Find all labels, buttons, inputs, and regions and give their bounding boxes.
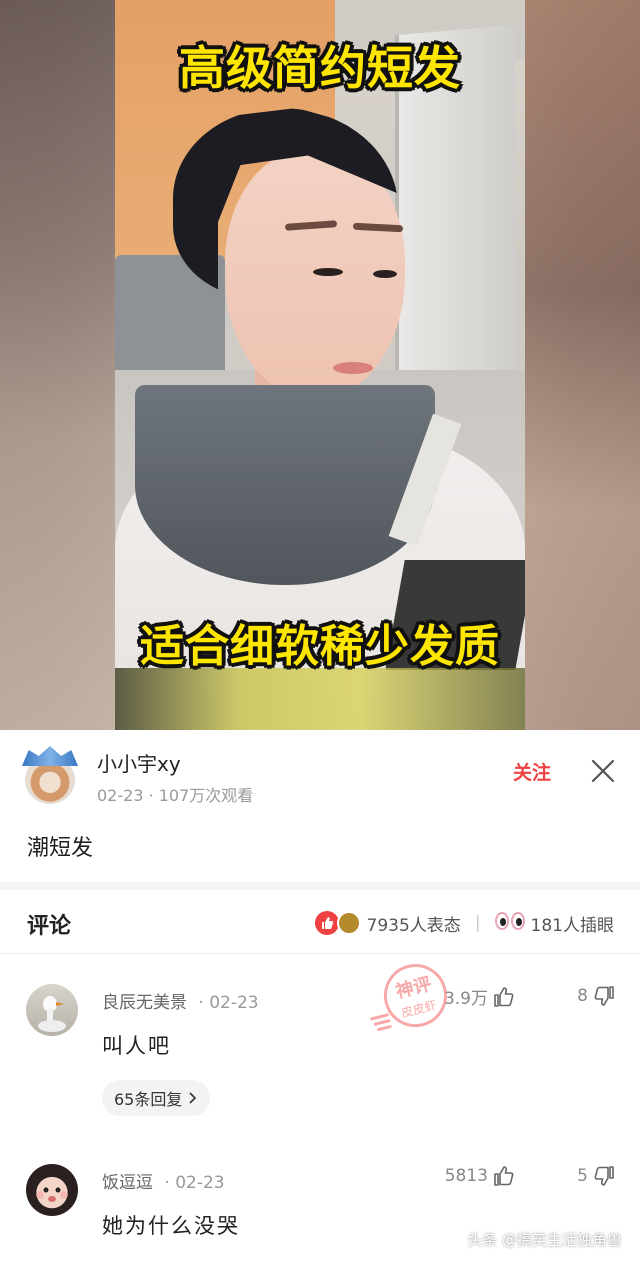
close-icon[interactable] — [590, 758, 616, 784]
helmet-reaction-icon — [336, 911, 361, 935]
lips — [333, 362, 373, 374]
comments-title: 评论 — [27, 914, 72, 939]
comment-like-count: 3.9万 — [443, 989, 488, 1009]
post-text: 潮短发 — [27, 836, 94, 861]
eyes-reaction-icon — [494, 912, 525, 934]
comment-text: 她为什么没哭 — [102, 1214, 240, 1238]
view-replies-button[interactable]: 65条回复 — [102, 1080, 211, 1116]
video-frame: 高级简约短发 适合细软稀少发质 — [115, 0, 525, 730]
comment-item: 良辰无美景 · 02-23 叫人吧 3.9万 8 65条回复 — [0, 960, 640, 1140]
thumbs-down-icon — [594, 986, 614, 1006]
thumbs-down-icon — [594, 1166, 614, 1186]
comment-dislike-button[interactable]: 5 — [577, 1164, 616, 1188]
reaction-separator: | — [474, 913, 481, 933]
author-row: 小小宇xy 02-23 · 107万次观看 关注 — [0, 730, 640, 812]
video-caption-top: 高级简约短发 — [179, 41, 461, 95]
video-blur-left — [0, 0, 115, 730]
avatar-hat — [22, 746, 78, 766]
eye-right — [373, 270, 397, 278]
insert-count: 181人插眼 — [530, 915, 614, 936]
commenter-avatar[interactable] — [26, 984, 78, 1036]
author-avatar[interactable] — [22, 742, 78, 804]
comment-text: 叫人吧 — [102, 1034, 171, 1058]
watermark-text: 头条 @搞笑生活独角兽 — [467, 1231, 622, 1249]
comment-dislike-button[interactable]: 8 — [577, 984, 616, 1008]
reactions-summary[interactable]: 7935人表态 | 181人插眼 — [314, 910, 614, 936]
comment-like-count: 5813 — [444, 1166, 488, 1186]
thumbs-up-icon — [494, 986, 514, 1007]
eye-left — [313, 268, 343, 276]
author-meta: 02-23 · 107万次观看 — [97, 786, 254, 805]
reactions-count: 7935人表态 — [366, 915, 461, 936]
like-reaction-icon — [314, 911, 339, 935]
reply-count: 65条回复 — [114, 1090, 183, 1109]
commenter-name-row: 良辰无美景 · 02-23 — [102, 988, 259, 1013]
thumbs-up-icon — [494, 1166, 514, 1186]
comment-date: · 02-23 — [198, 993, 259, 1013]
video-caption-bottom: 适合细软稀少发质 — [140, 621, 500, 672]
video-player[interactable]: 高级简约短发 适合细软稀少发质 — [0, 0, 640, 730]
comment-dislike-count: 5 — [577, 1166, 588, 1186]
video-blur-right — [525, 0, 640, 730]
commenter-name[interactable]: 饭逗逗 — [102, 1173, 153, 1193]
comment-like-button[interactable]: 5813 — [445, 1164, 516, 1188]
chevron-right-icon — [189, 1092, 197, 1104]
author-name[interactable]: 小小宇xy — [97, 748, 181, 777]
watermark: 头条 @搞笑生活独角兽 — [467, 1229, 622, 1250]
comment-date: · 02-23 — [164, 1173, 225, 1193]
commenter-name-row: 饭逗逗 · 02-23 — [102, 1168, 225, 1193]
comment-like-button[interactable]: 3.9万 — [444, 984, 516, 1009]
commenter-avatar[interactable] — [26, 1164, 78, 1216]
video-bottom-band — [115, 668, 525, 730]
comments-header: 评论 7935人表态 | 181人插眼 — [0, 890, 640, 954]
section-divider — [0, 882, 640, 890]
follow-button[interactable]: 关注 — [513, 758, 551, 785]
comment-dislike-count: 8 — [577, 986, 588, 1006]
salon-collar — [135, 385, 435, 585]
commenter-name[interactable]: 良辰无美景 — [102, 993, 187, 1013]
